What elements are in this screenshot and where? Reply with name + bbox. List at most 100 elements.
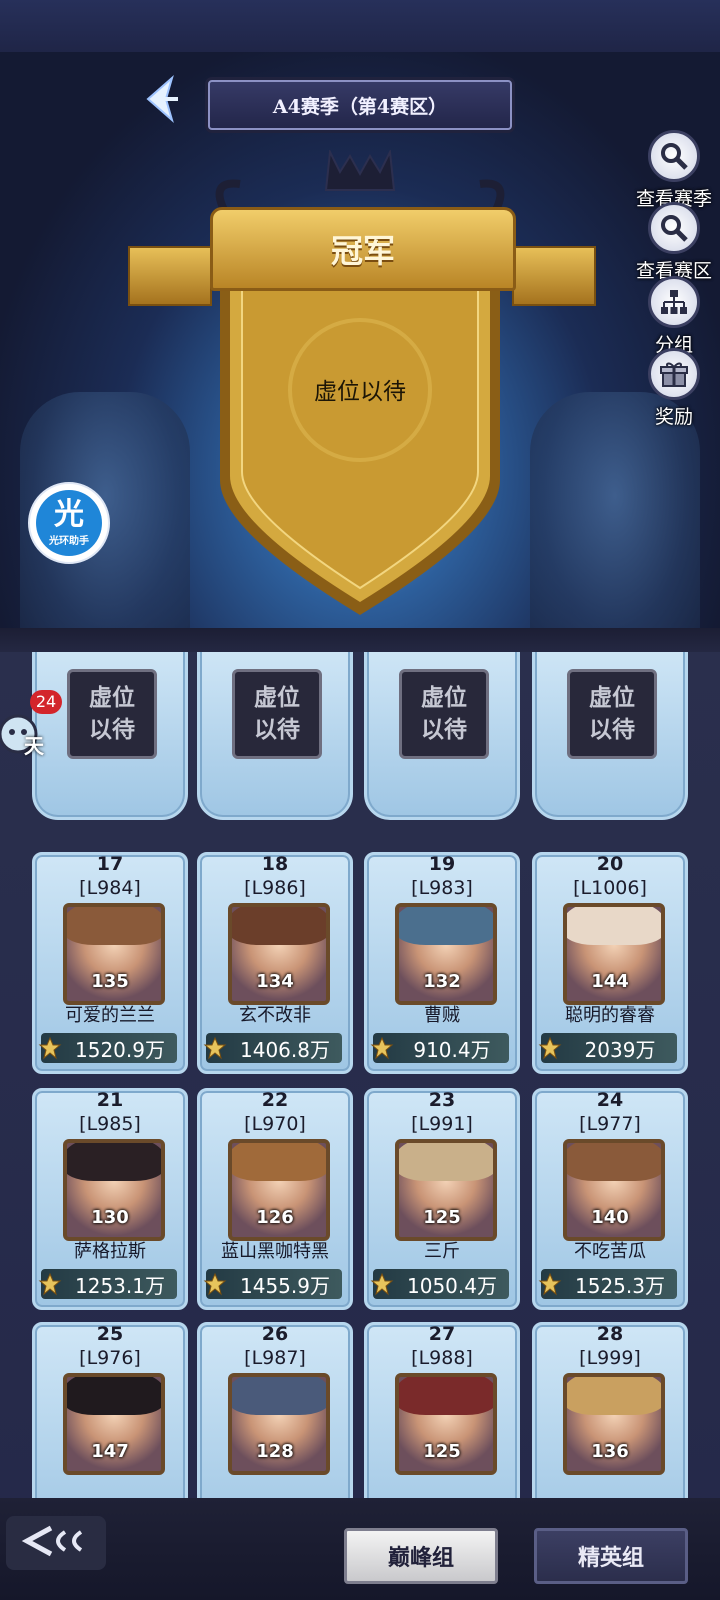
player-card[interactable]: 18 [L986] 134 玄不改非 1406.8万 [197,852,353,1074]
power-value: 1253.1万 [75,1273,165,1298]
player-card[interactable]: 21 [L985] 130 萨格拉斯 1253.1万 [32,1088,188,1310]
tab-peak-group[interactable]: 巅峰组 [344,1528,498,1584]
player-rank: 23 [428,1089,456,1111]
power-bar: 1525.3万 [538,1269,677,1299]
group-tree-icon [648,276,700,328]
player-card[interactable]: 19 [L983] 132 曹贼 910.4万 [364,852,520,1074]
avatar-value: 125 [423,1207,461,1228]
player-name: 聪明的睿睿 [565,1005,655,1026]
player-level: [L983] [411,877,473,899]
halo-assistant-glyph: 光 [54,496,84,532]
power-emblem-icon [37,1271,63,1297]
banner-right-tail [512,246,596,306]
player-rank: 17 [96,853,124,875]
player-name: 蓝山黑咖特黑 [221,1241,329,1262]
rewards-label: 奖励 [654,406,693,428]
player-card[interactable]: 26 [L987] 128 [197,1322,353,1498]
placeholder-line1: 虚位 [89,685,135,711]
top-status-area [0,0,720,52]
player-rank: 28 [596,1323,624,1345]
chat-unread-badge: 24 [30,690,62,714]
placeholder-box: 虚位 以待 [67,669,157,759]
view-zone-button[interactable]: 查看赛区 [636,202,712,283]
banner-left-tail [128,246,212,306]
placeholder-slot[interactable]: 虚位 以待 [197,652,353,820]
player-level: [L988] [411,1347,473,1369]
player-rank: 22 [261,1089,289,1111]
power-value: 1520.9万 [75,1037,165,1062]
player-level: [L970] [244,1113,306,1135]
placeholder-box: 虚位 以待 [567,669,657,759]
player-rank: 26 [261,1323,289,1345]
power-bar: 910.4万 [370,1033,509,1063]
player-name: 萨格拉斯 [74,1241,146,1262]
player-level: [L984] [79,877,141,899]
placeholder-box: 虚位 以待 [232,669,322,759]
halo-assistant-button[interactable]: 光 光环助手 [28,482,110,564]
power-value: 1050.4万 [407,1273,497,1298]
placeholder-line1: 虚位 [589,685,635,711]
power-value: 1455.9万 [240,1273,330,1298]
halo-assistant-label: 光环助手 [49,535,89,547]
avatar-value: 130 [91,1207,129,1228]
placeholder-slot[interactable]: 虚位 以待 [364,652,520,820]
power-bar: 1050.4万 [370,1269,509,1299]
group-button[interactable]: 分组 [638,276,710,357]
search-icon [648,202,700,254]
player-card[interactable]: 27 [L988] 125 [364,1322,520,1498]
player-rank: 19 [428,853,456,875]
avatar-value: 136 [591,1441,629,1462]
placeholder-line2: 以待 [589,717,635,743]
player-level: [L987] [244,1347,306,1369]
player-rank: 24 [596,1089,624,1111]
power-bar: 1455.9万 [203,1269,342,1299]
player-card[interactable]: 25 [L976] 147 [32,1322,188,1498]
power-bar: 1520.9万 [38,1033,177,1063]
power-value: 910.4万 [413,1037,491,1062]
tab-elite-group[interactable]: 精英组 [534,1528,688,1584]
season-title: A4赛季（第4赛区） [208,80,512,130]
player-level: [L991] [411,1113,473,1135]
player-level: [L999] [579,1347,641,1369]
rewards-button[interactable]: 奖励 [638,348,710,429]
chat-label: 天 [24,734,44,758]
player-card[interactable]: 17 [L984] 135 可爱的兰兰 1520.9万 [32,852,188,1074]
chat-button[interactable]: 24 天 [0,690,66,770]
bottom-back-button[interactable] [6,1516,106,1570]
avatar-value: 140 [591,1207,629,1228]
player-name: 曹贼 [424,1005,460,1026]
avatar-value: 132 [423,971,461,992]
ranking-list[interactable]: 虚位 以待 虚位 以待 虚位 以待 虚位 以待 17 [L984] 135 可爱的兰兰… [0,652,720,1498]
placeholder-line2: 以待 [421,717,467,743]
player-rank: 27 [428,1323,456,1345]
avatar-value: 135 [91,971,129,992]
placeholder-line2: 以待 [89,717,135,743]
placeholder-box: 虚位 以待 [399,669,489,759]
player-level: [L985] [79,1113,141,1135]
player-card[interactable]: 24 [L977] 140 不吃苦瓜 1525.3万 [532,1088,688,1310]
player-level: [L976] [79,1347,141,1369]
player-card[interactable]: 22 [L970] 126 蓝山黑咖特黑 1455.9万 [197,1088,353,1310]
player-rank: 25 [96,1323,124,1345]
placeholder-slot[interactable]: 虚位 以待 [532,652,688,820]
power-emblem-icon [369,1271,395,1297]
view-season-button[interactable]: 查看赛季 [636,130,712,211]
power-bar: 1253.1万 [38,1269,177,1299]
player-card[interactable]: 28 [L999] 136 [532,1322,688,1498]
player-card[interactable]: 23 [L991] 125 三斤 1050.4万 [364,1088,520,1310]
power-value: 2039万 [584,1037,656,1062]
avatar-value: 128 [256,1441,294,1462]
player-level: [L1006] [573,877,647,899]
player-rank: 20 [596,853,624,875]
champion-banner: 冠军 [210,207,516,291]
power-emblem-icon [37,1035,63,1061]
avatar-value: 134 [256,971,294,992]
player-card[interactable]: 20 [L1006] 144 聪明的睿睿 2039万 [532,852,688,1074]
back-arrow-icon [142,74,182,128]
back-button[interactable] [140,74,184,128]
search-icon [648,130,700,182]
player-rank: 18 [261,853,289,875]
avatar-value: 144 [591,971,629,992]
player-name: 不吃苦瓜 [574,1241,646,1262]
avatar-value: 147 [91,1441,129,1462]
